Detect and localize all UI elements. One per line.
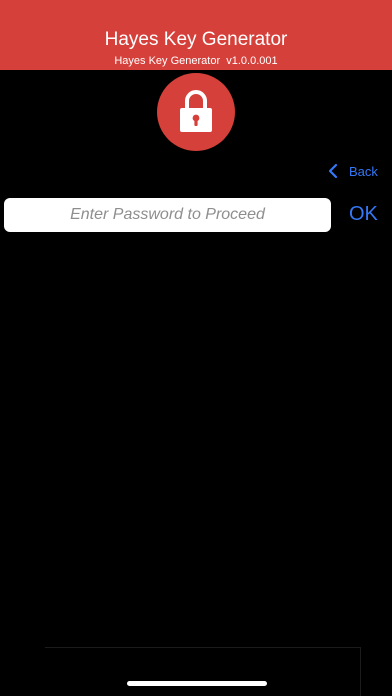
app-header: Hayes Key Generator Hayes Key Generator … [0,0,392,70]
padlock-icon [180,90,212,132]
ok-button[interactable]: OK [349,202,378,226]
back-label: Back [349,163,378,179]
app-title: Hayes Key Generator [104,29,288,50]
home-indicator[interactable] [127,681,267,686]
lock-badge [157,73,235,151]
app-version-label: Hayes Key Generator v1.0.0.001 [114,55,278,67]
password-input[interactable] [4,198,331,232]
chevron-left-icon [328,163,338,179]
back-button[interactable]: Back [328,160,378,182]
bottom-bar-outline [45,647,361,696]
app-screen: Hayes Key Generator Hayes Key Generator … [0,0,392,696]
